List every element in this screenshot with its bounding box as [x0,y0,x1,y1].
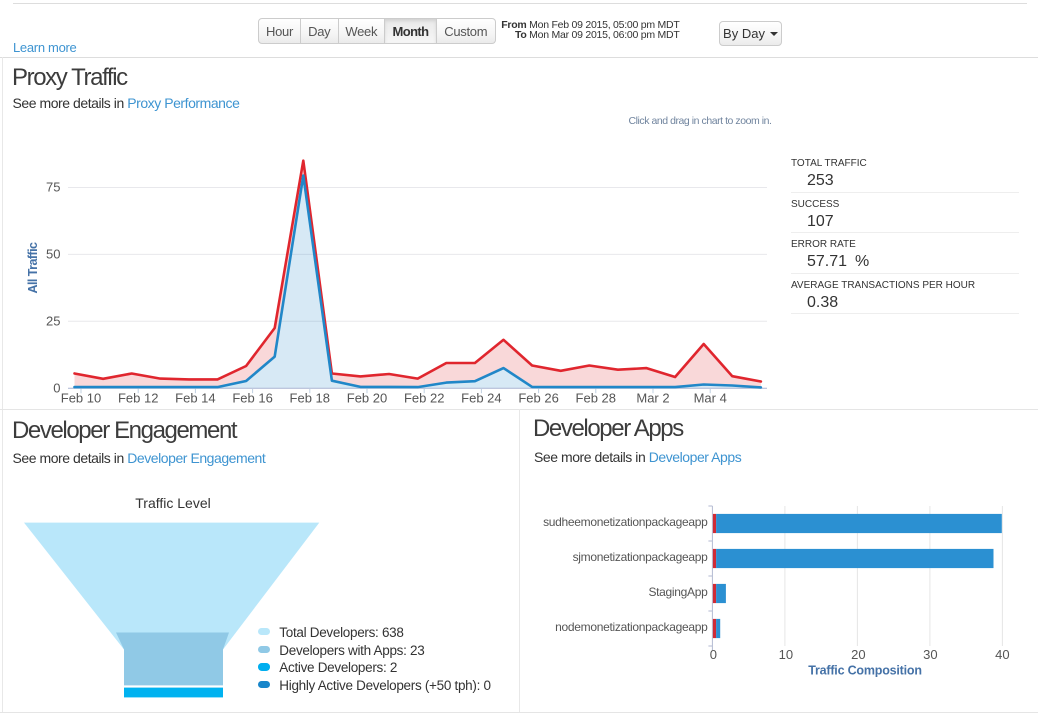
svg-text:0: 0 [710,647,717,662]
svg-text:Feb 28: Feb 28 [576,391,616,406]
svg-text:Feb 10: Feb 10 [61,391,101,406]
svg-text:50: 50 [46,247,60,262]
svg-text:All Traffic: All Traffic [26,242,40,294]
svg-text:75: 75 [46,180,60,195]
svg-text:25: 25 [46,314,60,329]
svg-text:10: 10 [779,647,793,662]
svg-text:Feb 20: Feb 20 [347,391,387,406]
svg-text:Traffic Composition: Traffic Composition [808,664,922,678]
svg-text:Feb 22: Feb 22 [404,391,444,406]
svg-text:20: 20 [851,647,865,662]
svg-text:Feb 14: Feb 14 [175,391,215,406]
svg-text:Mar 2: Mar 2 [636,391,669,406]
svg-text:0: 0 [53,380,60,395]
svg-text:Feb 16: Feb 16 [232,391,272,406]
svg-text:Feb 26: Feb 26 [518,391,558,406]
svg-text:Mar 4: Mar 4 [694,391,727,406]
svg-text:40: 40 [995,647,1009,662]
svg-text:30: 30 [923,647,937,662]
svg-text:Feb 12: Feb 12 [118,391,158,406]
svg-text:Feb 18: Feb 18 [290,391,330,406]
svg-text:Feb 24: Feb 24 [461,391,501,406]
